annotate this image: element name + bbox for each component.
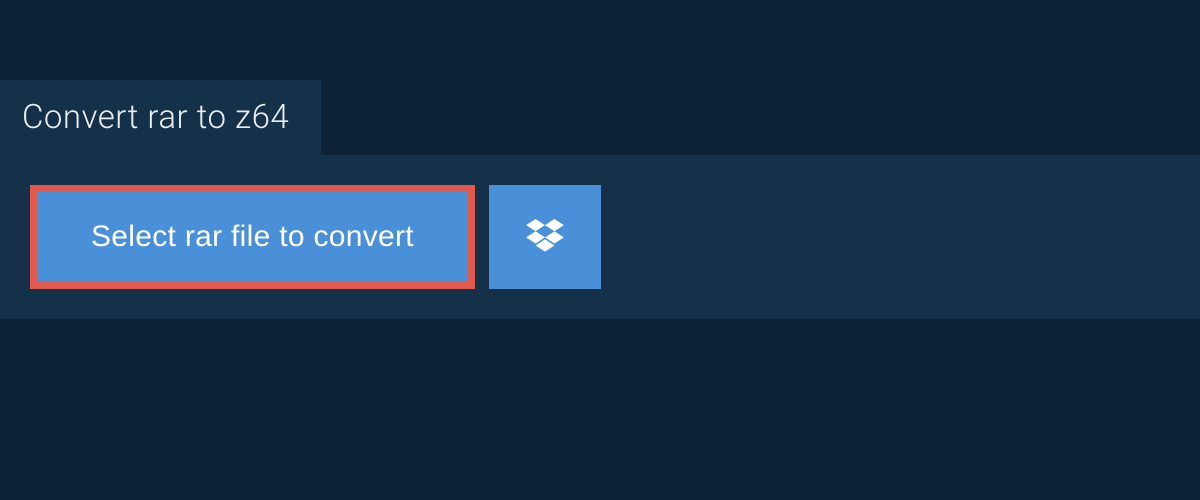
select-file-button[interactable]: Select rar file to convert bbox=[30, 185, 475, 289]
page-title: Convert rar to z64 bbox=[22, 98, 289, 137]
button-row: Select rar file to convert bbox=[30, 185, 1170, 289]
main-panel: Select rar file to convert bbox=[0, 155, 1200, 319]
dropbox-button[interactable] bbox=[489, 185, 601, 289]
tab-header: Convert rar to z64 bbox=[0, 80, 321, 155]
dropbox-icon bbox=[526, 219, 564, 256]
select-file-label: Select rar file to convert bbox=[91, 220, 414, 254]
